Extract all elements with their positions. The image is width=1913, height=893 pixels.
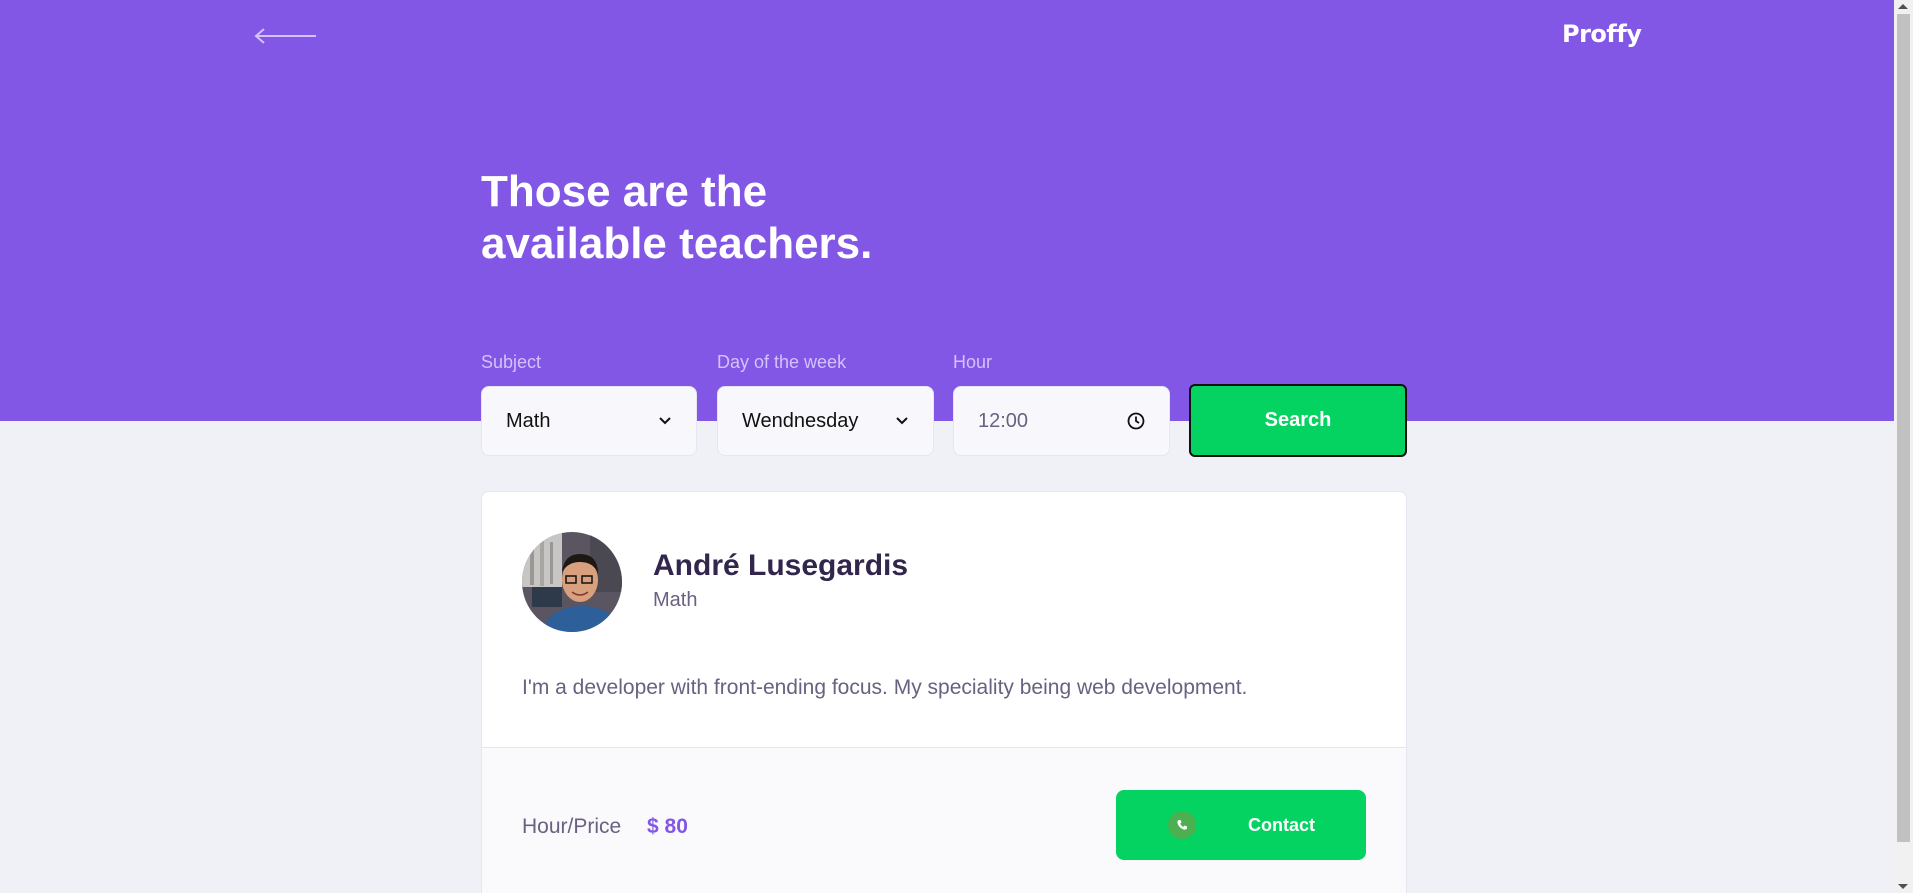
subject-select[interactable]: Math (481, 386, 697, 456)
hour-value: 12:00 (978, 409, 1029, 432)
teacher-card: André Lusegardis Math I'm a developer wi… (481, 491, 1407, 893)
scroll-thumb[interactable] (1897, 14, 1910, 842)
avatar (522, 532, 622, 632)
search-button[interactable]: Search (1189, 384, 1407, 457)
whatsapp-icon (1168, 811, 1196, 839)
scroll-down-icon[interactable] (1898, 884, 1908, 889)
scrollbar[interactable] (1894, 0, 1913, 893)
day-value: Wendnesday (742, 409, 859, 432)
contact-label: Contact (1248, 814, 1315, 835)
price-label: Hour/Price (522, 815, 622, 838)
day-label: Day of the week (717, 352, 847, 372)
subject-value: Math (506, 409, 551, 432)
teacher-subject: Math (653, 589, 698, 611)
page-title: Those are the available teachers. (481, 167, 873, 268)
chevron-down-icon (896, 417, 908, 425)
day-select[interactable]: Wendnesday (717, 386, 934, 456)
price-value: $ 80 (647, 815, 688, 838)
logo[interactable]: Proffy (1562, 20, 1642, 48)
arrow-left-icon[interactable] (254, 26, 318, 46)
hero-header: Proffy Those are the available teachers.… (0, 0, 1894, 456)
hour-input[interactable]: 12:00 (953, 386, 1170, 456)
subject-label: Subject (481, 352, 542, 372)
clock-icon[interactable] (1127, 412, 1145, 430)
card-footer: Hour/Price $ 80 Contact (482, 747, 1406, 893)
hour-label: Hour (953, 352, 993, 372)
contact-button[interactable]: Contact (1116, 790, 1366, 860)
chevron-down-icon (659, 417, 671, 425)
scroll-up-icon[interactable] (1898, 4, 1908, 9)
teacher-bio: I'm a developer with front-ending focus.… (522, 676, 1248, 699)
teacher-name: André Lusegardis (653, 549, 909, 582)
